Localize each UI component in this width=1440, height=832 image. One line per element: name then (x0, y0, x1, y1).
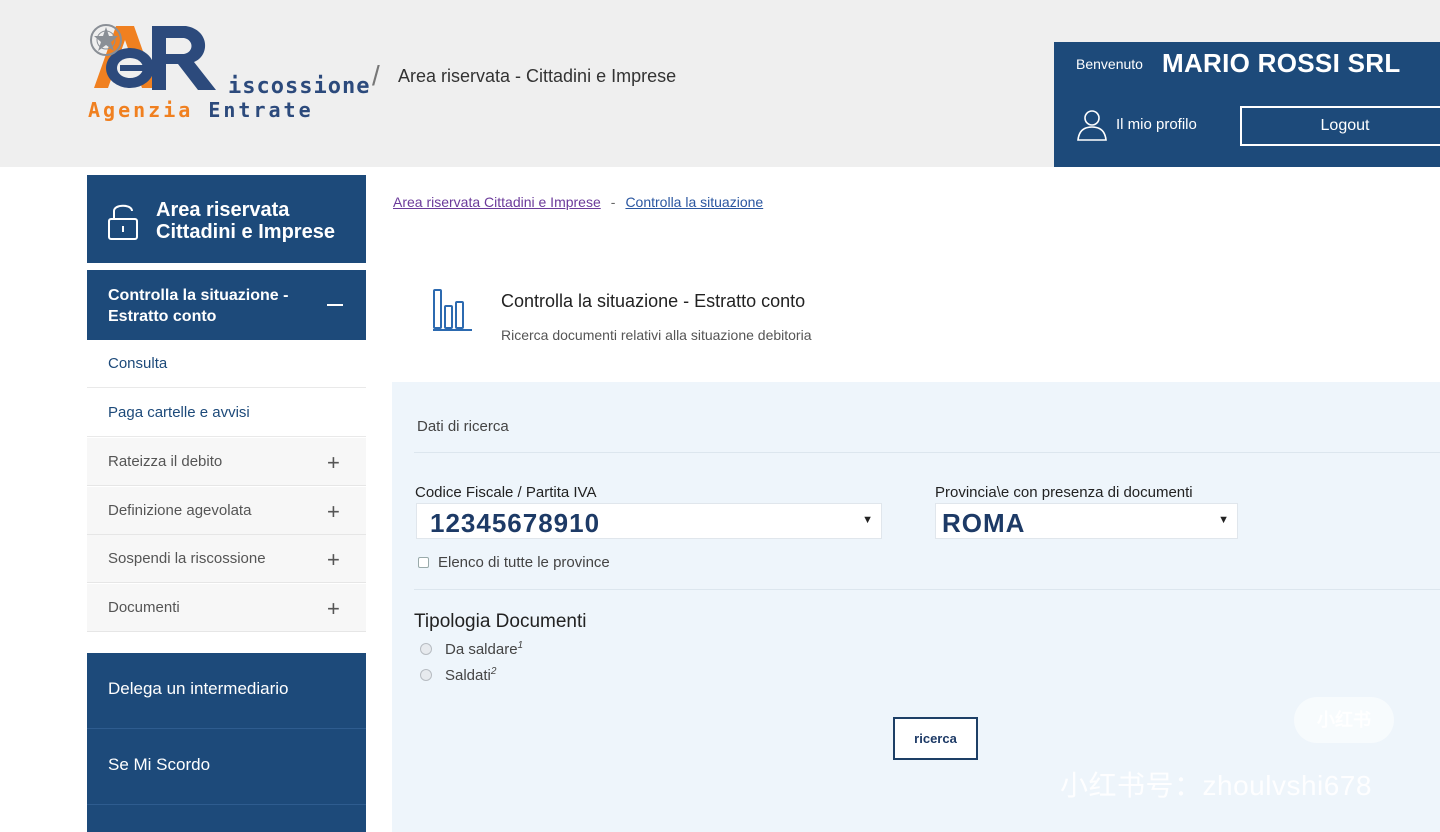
sidebar-item-se-mi-scordo[interactable]: Se Mi Scordo (87, 729, 366, 805)
sidebar-subitem-label: Paga cartelle e avvisi (108, 404, 250, 421)
sidebar-item-more[interactable] (87, 805, 366, 832)
all-provinces-label: Elenco di tutte le province (438, 554, 610, 571)
sidebar-item-label: Documenti (108, 599, 180, 616)
radio-saldati-label: Saldati2 (445, 666, 496, 684)
user-panel: Benvenuto MARIO ROSSI SRL Il mio profilo… (1054, 42, 1440, 167)
expand-plus-icon[interactable]: + (327, 499, 340, 525)
expand-plus-icon[interactable]: + (327, 450, 340, 476)
radio-saldati-option[interactable]: Saldati2 (420, 666, 496, 684)
sidebar-item-label: Rateizza il debito (108, 453, 223, 470)
user-icon (1077, 110, 1107, 141)
tipologia-title: Tipologia Documenti (414, 611, 587, 632)
sidebar-item-definizione[interactable]: Definizione agevolata + (87, 487, 366, 535)
breadcrumb-controlla[interactable]: Controlla la situazione (625, 194, 763, 210)
sidebar-header-title: Area riservata Cittadini e Imprese (156, 199, 335, 243)
radio-da-saldare-label: Da saldare1 (445, 640, 523, 658)
logo-agency-part2: Entrate (208, 98, 314, 122)
search-button[interactable]: ricerca (893, 717, 978, 760)
divider (414, 589, 1440, 590)
sidebar-active-label: Controlla la situazione - Estratto conto (108, 287, 289, 325)
logo-agency-part1: Agenzia (88, 98, 194, 122)
bar-chart-icon (433, 289, 472, 331)
sidebar-item-rateizza[interactable]: Rateizza il debito + (87, 438, 366, 486)
sidebar-subitem-paga[interactable]: Paga cartelle e avvisi (87, 389, 366, 437)
breadcrumb: Area riservata Cittadini e Imprese - Contr… (393, 194, 763, 210)
breadcrumb-separator: - (610, 194, 616, 210)
sidebar-item-label: Sospendi la riscossione (108, 550, 266, 567)
welcome-label: Benvenuto (1076, 56, 1143, 72)
footnote-2: 2 (490, 666, 497, 677)
provincia-select[interactable]: ROMA ▼ (935, 503, 1238, 539)
codice-fiscale-value: 12345678910 (430, 508, 601, 538)
lock-icon (108, 204, 138, 240)
breadcrumb-area-riservata[interactable]: Area riservata Cittadini e Imprese (393, 194, 601, 210)
page-header: iscossione Agenzia Entrate / Area riserv… (0, 0, 1440, 167)
divider (414, 452, 1440, 453)
radio-da-saldare[interactable] (420, 643, 432, 655)
logout-button[interactable]: Logout (1240, 106, 1440, 146)
header-divider: / (372, 60, 380, 91)
italian-republic-emblem-icon (90, 24, 122, 56)
radio-saldati[interactable] (420, 669, 432, 681)
sidebar-subitem-label: Consulta (108, 355, 168, 372)
codice-fiscale-select[interactable]: 12345678910 ▼ (416, 503, 882, 539)
all-provinces-option[interactable]: Elenco di tutte le province (418, 554, 610, 571)
radio-da-saldare-option[interactable]: Da saldare1 (420, 640, 523, 658)
sidebar-big-label: Se Mi Scordo (108, 755, 211, 774)
footnote-1: 1 (517, 640, 524, 651)
watermark-text: 小红书号：zhoulvshi678 (1060, 770, 1372, 801)
logo-agency-text: Agenzia Entrate (88, 98, 314, 122)
sidebar-item-documenti[interactable]: Documenti + (87, 584, 366, 632)
sidebar-item-controlla-situazione[interactable]: Controlla la situazione - Estratto conto (87, 270, 366, 340)
provincia-label: Provincia\e con presenza di documenti (935, 484, 1193, 501)
codice-fiscale-label: Codice Fiscale / Partita IVA (415, 484, 597, 501)
radio-da-saldare-text: Da saldare (445, 641, 518, 658)
all-provinces-checkbox[interactable] (418, 557, 429, 568)
sidebar-item-label: Definizione agevolata (108, 502, 252, 519)
panel-title: Dati di ricerca (417, 418, 509, 435)
page-title: Controlla la situazione - Estratto conto (501, 291, 806, 311)
expand-plus-icon[interactable]: + (327, 596, 340, 622)
watermark-badge: 小红书 (1294, 697, 1394, 743)
header-section-title: Area riservata - Cittadini e Imprese (398, 66, 677, 86)
profile-label: Il mio profilo (1116, 115, 1197, 133)
sidebar-item-sospendi[interactable]: Sospendi la riscossione + (87, 535, 366, 583)
radio-saldati-text: Saldati (445, 667, 491, 684)
provincia-value: ROMA (942, 508, 1026, 538)
sidebar-big-label: Delega un intermediario (108, 679, 289, 698)
dropdown-arrow-icon: ▼ (862, 514, 873, 526)
logo-word: iscossione (228, 74, 371, 99)
user-name: MARIO ROSSI SRL (1162, 48, 1401, 78)
expand-plus-icon[interactable]: + (327, 547, 340, 573)
sidebar-header[interactable]: Area riservata Cittadini e Imprese (87, 175, 366, 263)
profile-link[interactable]: Il mio profilo (1074, 106, 1197, 142)
agenzia-entrate-riscossione-logo[interactable]: iscossione Agenzia Entrate (86, 18, 369, 128)
collapse-icon[interactable] (327, 304, 343, 306)
sidebar-item-delega[interactable]: Delega un intermediario (87, 653, 366, 729)
dropdown-arrow-icon: ▼ (1218, 514, 1229, 526)
sidebar-subitem-consulta[interactable]: Consulta (87, 340, 366, 388)
page-subtitle: Ricerca documenti relativi alla situazio… (501, 327, 812, 343)
